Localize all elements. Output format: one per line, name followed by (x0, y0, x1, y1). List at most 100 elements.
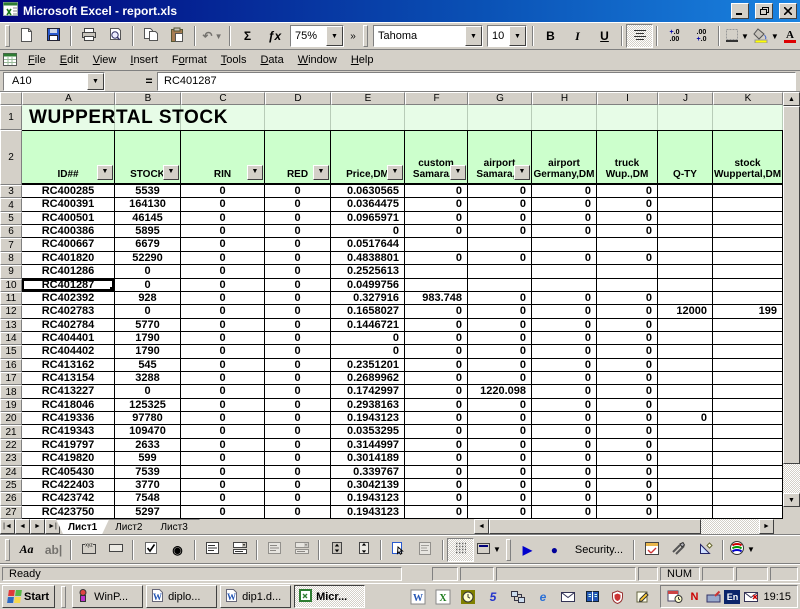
clock-icon[interactable] (459, 588, 476, 605)
cell-G19[interactable]: 0 (468, 398, 532, 413)
autofilter-dropdown-G[interactable]: ▼ (514, 165, 530, 180)
cell-C9[interactable]: 0 (181, 265, 265, 279)
row-header-6[interactable]: 6 (0, 225, 22, 239)
column-header-K[interactable]: K (713, 92, 783, 105)
cell-I18[interactable]: 0 (597, 385, 658, 399)
combo-drop-edit-control[interactable] (288, 538, 315, 562)
edit-code[interactable] (412, 538, 439, 562)
cell-K12[interactable]: 199 (713, 305, 783, 319)
row-header-7[interactable]: 7 (0, 238, 22, 252)
run-dialog[interactable]: ▼ (474, 538, 503, 562)
cell-F23[interactable]: 0 (405, 452, 468, 466)
task-button-Micr[interactable]: Micr... (294, 585, 366, 608)
cell-E9[interactable]: 0.2525613 (331, 265, 405, 279)
cell-D17[interactable]: 0 (265, 372, 331, 386)
combo-box-control[interactable] (226, 538, 253, 562)
cell-K16[interactable] (713, 358, 783, 373)
cell-I16[interactable]: 0 (597, 358, 658, 373)
row-header-2[interactable]: 2 (0, 130, 22, 185)
cell-E6[interactable]: 0 (331, 225, 405, 239)
cell-I15[interactable]: 0 (597, 345, 658, 359)
toggle-grid[interactable] (447, 537, 474, 562)
cell-G10[interactable] (468, 278, 532, 292)
row-header-13[interactable]: 13 (0, 318, 22, 332)
cell-I9[interactable] (597, 265, 658, 279)
cell-H5[interactable]: 0 (532, 211, 597, 226)
row-header-4[interactable]: 4 (0, 198, 22, 212)
cell-B2[interactable]: STOCK ▼ (115, 130, 181, 185)
cell-K23[interactable] (713, 452, 783, 466)
cell-C16[interactable]: 0 (181, 358, 265, 373)
spinner-control[interactable] (323, 538, 350, 562)
cell-A8[interactable]: RC401820 (22, 251, 115, 266)
cell-H2[interactable]: airport Germany,DM (532, 130, 597, 185)
cell-J2[interactable]: Q-TY (658, 130, 713, 185)
toolbar-grip[interactable] (5, 538, 10, 561)
cell-E21[interactable]: 0.0353295 (331, 425, 405, 439)
cell-A24[interactable]: RC405430 (22, 465, 115, 479)
cell-A5[interactable]: RC400501 (22, 211, 115, 226)
cell-F6[interactable]: 0 (405, 225, 468, 239)
font-size-combo[interactable]: 10 ▼ (487, 25, 527, 47)
script-editor[interactable]: ▼ (727, 538, 757, 562)
visual-basic-editor[interactable] (638, 538, 665, 562)
autofilter-dropdown-B[interactable]: ▼ (163, 165, 179, 180)
cell-E14[interactable]: 0 (331, 331, 405, 346)
cell-B8[interactable]: 52290 (115, 251, 181, 266)
cell-C21[interactable]: 0 (181, 425, 265, 439)
row-header-14[interactable]: 14 (0, 331, 22, 346)
cell-A14[interactable]: RC404401 (22, 331, 115, 346)
cell-E16[interactable]: 0.2351201 (331, 358, 405, 373)
cell-E10[interactable]: 0.0499756 (331, 278, 405, 292)
cell-I21[interactable]: 0 (597, 425, 658, 439)
cell-B27[interactable]: 5297 (115, 505, 181, 519)
cell-D19[interactable]: 0 (265, 398, 331, 413)
cell-J18[interactable] (658, 385, 713, 399)
row-header-9[interactable]: 9 (0, 265, 22, 279)
cell-J8[interactable] (658, 251, 713, 266)
cell-F25[interactable]: 0 (405, 478, 468, 493)
task-button-diplo[interactable]: Wdiplo... (146, 585, 218, 608)
task-button-dip1d[interactable]: Wdip1.d... (220, 585, 292, 608)
cell-E17[interactable]: 0.2689962 (331, 372, 405, 386)
cell-D12[interactable]: 0 (265, 305, 331, 319)
cell-A16[interactable]: RC413162 (22, 358, 115, 373)
cell-C10[interactable]: 0 (181, 278, 265, 292)
cell-I19[interactable]: 0 (597, 398, 658, 413)
cell-H6[interactable]: 0 (532, 225, 597, 239)
cell-C18[interactable]: 0 (181, 385, 265, 399)
cell-H1[interactable] (532, 105, 597, 130)
cell-I13[interactable]: 0 (597, 318, 658, 332)
cell-D15[interactable]: 0 (265, 345, 331, 359)
cell-G25[interactable]: 0 (468, 478, 532, 493)
msn-icon[interactable]: 5 (484, 588, 501, 605)
toolbar-grip[interactable] (5, 25, 10, 47)
cell-H13[interactable]: 0 (532, 318, 597, 332)
cell-J14[interactable] (658, 331, 713, 346)
cell-K27[interactable] (713, 505, 783, 519)
row-header-19[interactable]: 19 (0, 398, 22, 413)
cell-G20[interactable]: 0 (468, 412, 532, 426)
cell-J5[interactable] (658, 211, 713, 226)
cell-J3[interactable] (658, 185, 713, 199)
autofilter-dropdown-E[interactable]: ▼ (387, 165, 403, 180)
cell-E23[interactable]: 0.3014189 (331, 452, 405, 466)
ie-icon[interactable]: e (534, 588, 551, 605)
horizontal-scroll-track[interactable] (489, 519, 759, 534)
mail-icon[interactable] (559, 588, 576, 605)
column-header-J[interactable]: J (658, 92, 713, 105)
row-header-23[interactable]: 23 (0, 452, 22, 466)
cell-H25[interactable]: 0 (532, 478, 597, 493)
cell-I12[interactable]: 0 (597, 305, 658, 319)
cell-K17[interactable] (713, 372, 783, 386)
cell-H20[interactable]: 0 (532, 412, 597, 426)
cell-I27[interactable]: 0 (597, 505, 658, 519)
tab-nav-next-sheet[interactable]: ► (30, 519, 45, 534)
cell-K26[interactable] (713, 492, 783, 506)
cell-I11[interactable]: 0 (597, 291, 658, 306)
cell-I23[interactable]: 0 (597, 452, 658, 466)
cell-A9[interactable]: RC401286 (22, 265, 115, 279)
column-header-F[interactable]: F (405, 92, 468, 105)
cell-D11[interactable]: 0 (265, 291, 331, 306)
paste-function[interactable]: ƒx (261, 24, 288, 48)
